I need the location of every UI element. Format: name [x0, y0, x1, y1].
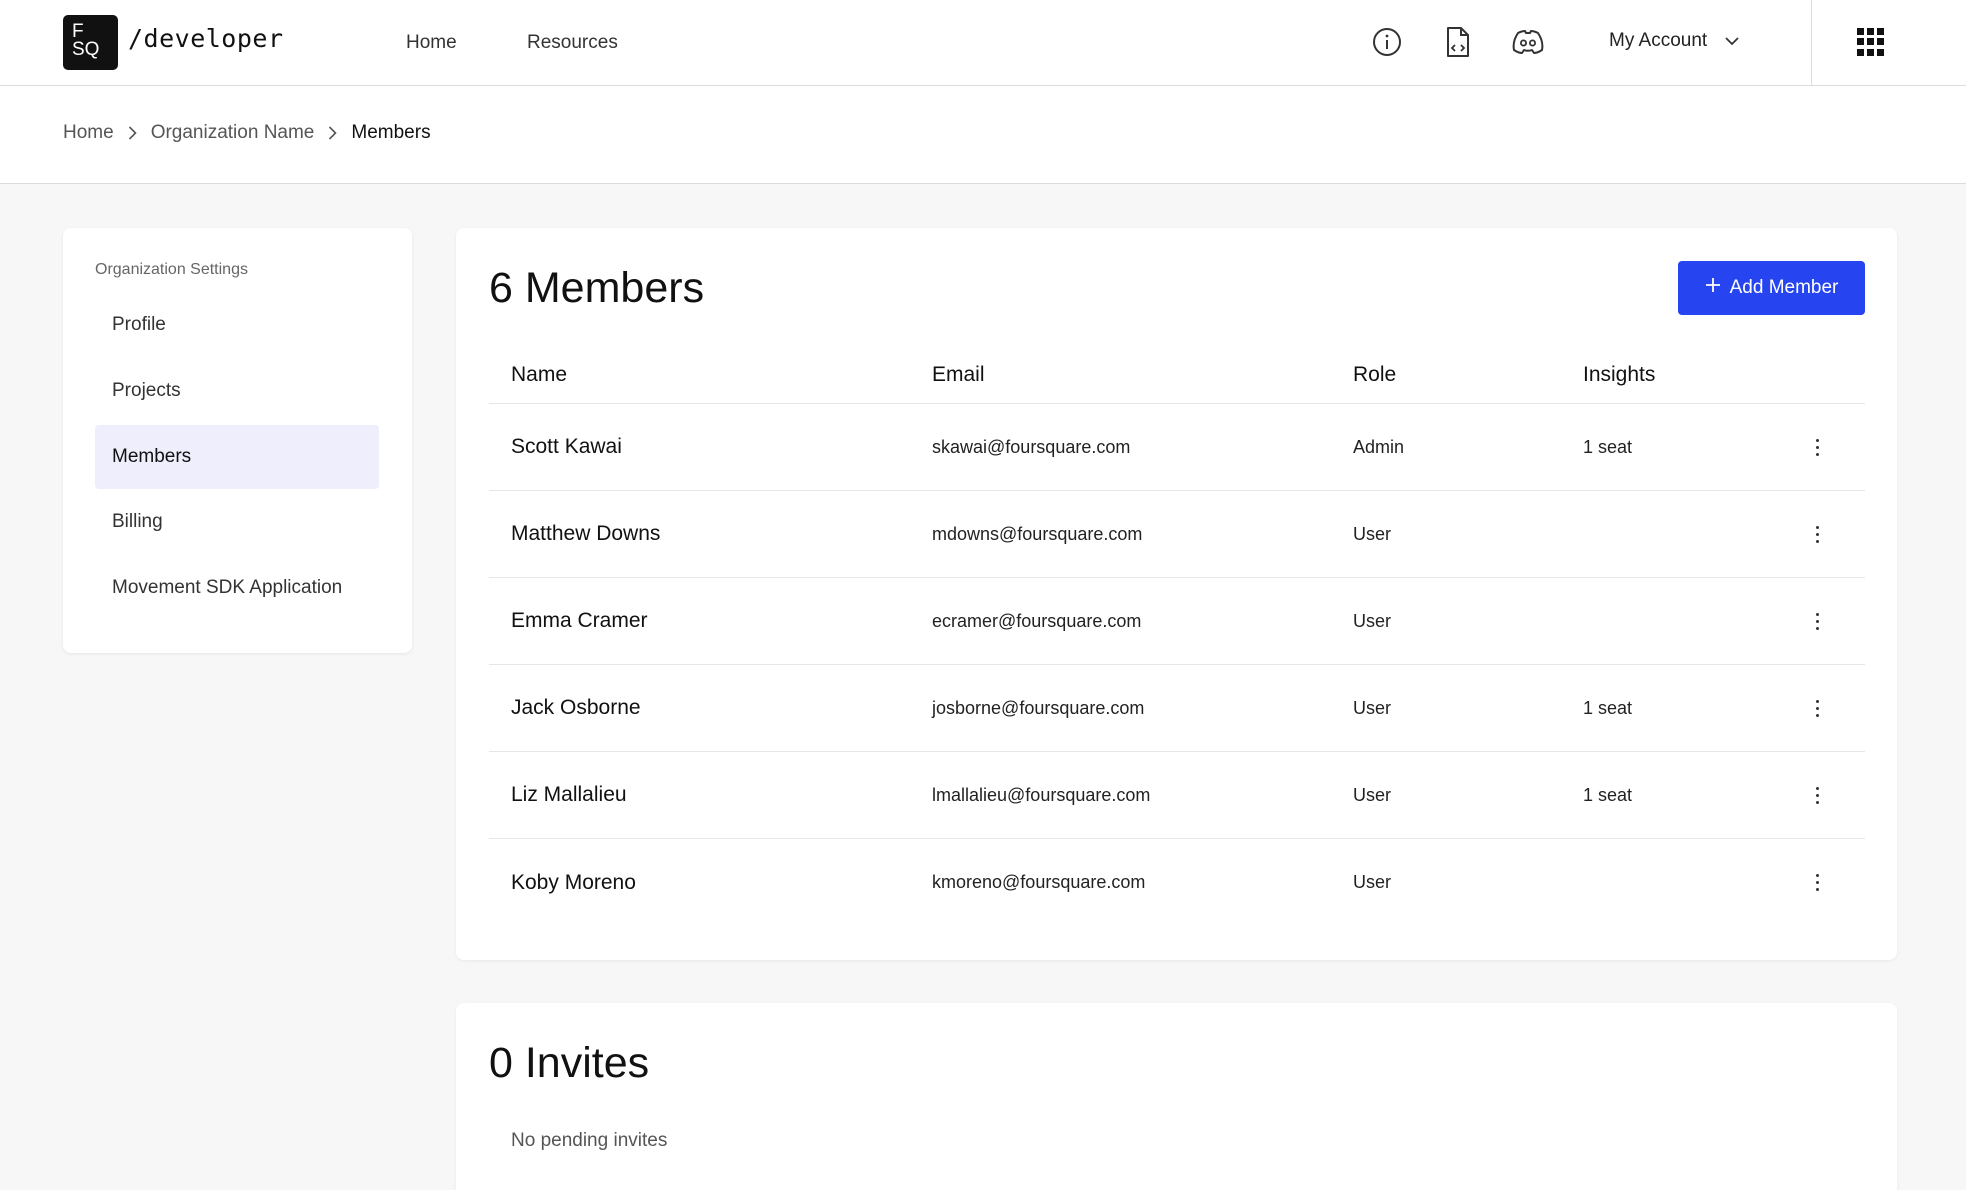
table-row: Scott Kawai skawai@foursquare.com Admin … [489, 404, 1865, 491]
sidebar-title: Organization Settings [95, 261, 248, 278]
member-email: ecramer@foursquare.com [932, 610, 1142, 631]
members-title: 6 Members [489, 264, 705, 312]
invites-card: 0 Invites No pending invites [456, 1003, 1897, 1190]
more-options-icon[interactable] [1807, 432, 1827, 462]
sidebar-item-members[interactable]: Members [95, 425, 379, 489]
table-row: Matthew Downs mdowns@foursquare.com User [489, 491, 1865, 578]
apps-grid-icon[interactable] [1857, 28, 1885, 56]
chevron-down-icon [1725, 30, 1739, 52]
sidebar-item-billing[interactable]: Billing [95, 490, 379, 554]
table-row: Liz Mallalieu lmallalieu@foursquare.com … [489, 752, 1865, 839]
nav-resources-link[interactable]: Resources [527, 32, 618, 54]
column-header-name[interactable]: Name [511, 363, 932, 387]
sidebar-item-profile[interactable]: Profile [95, 293, 379, 357]
breadcrumb-bar: Home Organization Name Members [0, 86, 1966, 184]
member-role: User [1353, 697, 1392, 718]
member-name: Liz Mallalieu [511, 783, 627, 806]
brand-title[interactable]: /developer [128, 24, 284, 53]
more-options-icon[interactable] [1807, 606, 1827, 636]
table-row: Koby Moreno kmoreno@foursquare.com User [489, 839, 1865, 926]
more-options-icon[interactable] [1807, 519, 1827, 549]
table-row: Jack Osborne josborne@foursquare.com Use… [489, 665, 1865, 752]
member-email: kmoreno@foursquare.com [932, 872, 1146, 892]
breadcrumb-organization[interactable]: Organization Name [151, 122, 315, 144]
members-card: 6 Members Add Member Name Email Role Ins… [456, 228, 1897, 960]
my-account-menu[interactable]: My Account [1609, 30, 1739, 52]
breadcrumb: Home Organization Name Members [63, 122, 431, 144]
chevron-right-icon [328, 126, 338, 140]
no-invites-text: No pending invites [511, 1130, 668, 1151]
member-email: lmallalieu@foursquare.com [932, 784, 1151, 805]
table-header: Name Email Role Insights [489, 346, 1865, 404]
member-role: User [1353, 523, 1392, 544]
member-name: Matthew Downs [511, 522, 661, 545]
member-name: Scott Kawai [511, 435, 622, 458]
breadcrumb-home[interactable]: Home [63, 122, 114, 144]
member-role: User [1353, 872, 1392, 892]
column-header-insights[interactable]: Insights [1583, 363, 1813, 387]
members-table: Name Email Role Insights Scott Kawai ska… [489, 346, 1865, 926]
add-member-button[interactable]: Add Member [1678, 261, 1865, 315]
invites-title: 0 Invites [489, 1039, 650, 1087]
code-doc-icon[interactable] [1441, 25, 1475, 59]
plus-icon [1705, 277, 1721, 299]
nav-home-link[interactable]: Home [406, 32, 457, 54]
chevron-right-icon [128, 126, 137, 140]
member-insights: 1 seat [1583, 436, 1633, 457]
column-header-role[interactable]: Role [1353, 363, 1583, 387]
member-role: User [1353, 610, 1392, 631]
nav-divider [1811, 0, 1812, 86]
more-options-icon[interactable] [1807, 693, 1827, 723]
info-icon[interactable] [1370, 25, 1404, 59]
member-email: mdowns@foursquare.com [932, 523, 1143, 544]
member-email: josborne@foursquare.com [932, 697, 1145, 718]
top-nav-bar: F SQ /developer Home Resources My Accoun… [0, 0, 1966, 86]
breadcrumb-current: Members [351, 122, 431, 143]
add-member-label: Add Member [1729, 277, 1839, 298]
more-options-icon[interactable] [1807, 780, 1827, 810]
member-name: Koby Moreno [511, 870, 636, 894]
table-row: Emma Cramer ecramer@foursquare.com User [489, 578, 1865, 665]
logo-line-2: SQ [72, 39, 100, 60]
my-account-label: My Account [1609, 30, 1708, 51]
settings-sidebar: Organization Settings Profile Projects M… [63, 228, 412, 653]
sidebar-item-projects[interactable]: Projects [95, 359, 379, 423]
member-email: skawai@foursquare.com [932, 436, 1131, 457]
sidebar-item-movement-sdk[interactable]: Movement SDK Application [95, 556, 379, 620]
member-insights: 1 seat [1583, 784, 1633, 805]
member-insights: 1 seat [1583, 697, 1633, 718]
member-name: Emma Cramer [511, 609, 648, 632]
member-role: User [1353, 784, 1392, 805]
fsq-logo[interactable]: F SQ [63, 15, 118, 70]
more-options-icon[interactable] [1807, 868, 1827, 898]
discord-icon[interactable] [1511, 25, 1545, 59]
member-name: Jack Osborne [511, 696, 641, 719]
column-header-email[interactable]: Email [932, 363, 1353, 387]
member-role: Admin [1353, 436, 1405, 457]
